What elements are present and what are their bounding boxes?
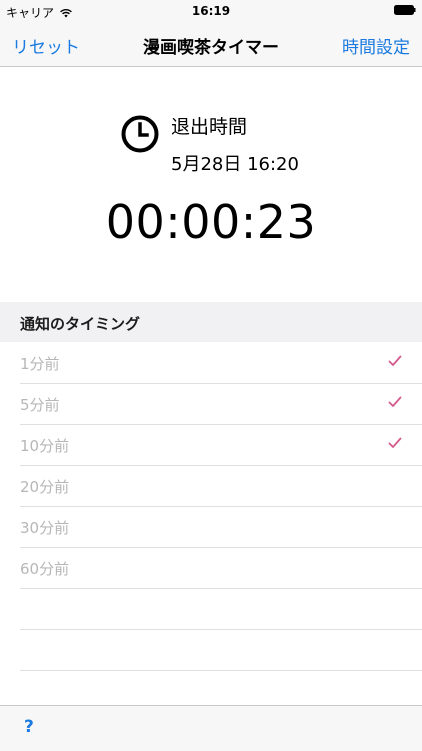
option-label: 30分前 (20, 519, 70, 537)
checkmark-icon (388, 437, 402, 448)
time-settings-button[interactable]: 時間設定 (342, 33, 410, 58)
option-label: 10分前 (20, 437, 70, 455)
notification-option-30min[interactable]: 30分前 (20, 507, 422, 548)
option-label: 1分前 (20, 355, 60, 373)
option-label: 60分前 (20, 560, 70, 578)
help-button[interactable]: ? (24, 717, 34, 737)
navigation-bar: リセット 漫画喫茶タイマー 時間設定 (0, 22, 422, 67)
notification-option-60min[interactable]: 60分前 (20, 548, 422, 589)
notification-option-20min[interactable]: 20分前 (20, 466, 422, 507)
section-title: 通知のタイミング (20, 315, 141, 333)
battery-icon (394, 5, 416, 15)
clock-icon (121, 115, 159, 153)
checkmark-icon (388, 355, 402, 366)
option-label: 5分前 (20, 396, 60, 414)
status-bar: キャリア 16:19 (0, 0, 422, 22)
exit-time-label: 退出時間 (171, 116, 248, 138)
notification-section-header: 通知のタイミング (0, 302, 422, 342)
notification-option-10min[interactable]: 10分前 (20, 425, 422, 466)
status-time: 16:19 (191, 4, 231, 18)
empty-row (20, 589, 422, 630)
notification-timing-list: 1分前 5分前 10分前 20分前 30分前 60分前 (0, 343, 422, 671)
checkmark-icon (388, 396, 402, 407)
countdown-timer: 00:00:23 (105, 195, 317, 249)
option-label: 20分前 (20, 478, 70, 496)
exit-time-block: 退出時間 5月28日 16:20 (121, 112, 381, 182)
bottom-toolbar: ? (0, 705, 422, 751)
notification-option-5min[interactable]: 5分前 (20, 384, 422, 425)
notification-option-1min[interactable]: 1分前 (20, 343, 422, 384)
exit-time-value: 5月28日 16:20 (171, 154, 299, 175)
empty-row (20, 630, 422, 671)
